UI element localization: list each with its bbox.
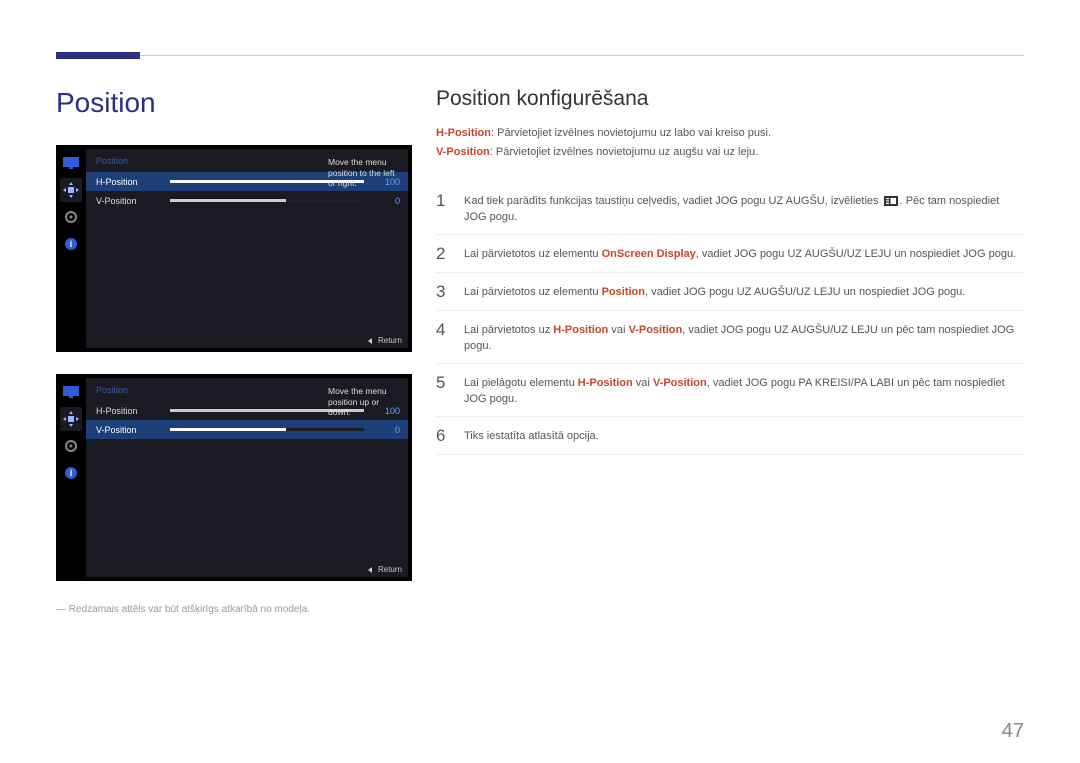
svg-text:i: i — [70, 468, 73, 478]
osd-sidebar: i — [56, 374, 86, 581]
step-number: 3 — [436, 281, 450, 302]
step-number: 6 — [436, 425, 450, 446]
back-arrow-icon — [368, 338, 372, 344]
step-number: 5 — [436, 372, 450, 393]
step-number: 1 — [436, 190, 450, 211]
footnote: Redzamais attēls var būt atšķirīgs atkar… — [56, 603, 412, 616]
left-column: Position i — [56, 87, 412, 616]
osd-sidebar: i — [56, 145, 86, 352]
step-number: 2 — [436, 243, 450, 264]
svg-text:i: i — [70, 239, 73, 249]
osd-footer: Return — [368, 336, 402, 345]
step: 4 Lai pārvietotos uz H-Position vai V-Pos… — [436, 311, 1024, 364]
keyword: H-Position — [578, 377, 633, 389]
step: 5 Lai pielāgotu elementu H-Position vai V… — [436, 364, 1024, 417]
step-text: Tiks iestatīta atlasītā opcija. — [464, 425, 599, 445]
v-position-desc: V-Position: Pārvietojiet izvēlnes noviet… — [436, 144, 1024, 161]
osd-row-value: 0 — [364, 425, 400, 435]
step-text: Lai pielāgotu elementu H-Position vai V-… — [464, 372, 1024, 408]
v-position-label: V-Position — [436, 146, 490, 158]
info-icon: i — [60, 461, 82, 485]
osd-row: V-Position 0 — [86, 191, 408, 210]
step-text: Kad tiek parādīts funkcijas taustiņu ceļ… — [464, 190, 1024, 226]
osd-help-1: Move the menu position to the left or ri… — [326, 155, 404, 191]
header-tab — [56, 52, 140, 59]
osd-row-label: V-Position — [96, 196, 170, 206]
menu-icon — [884, 196, 898, 206]
step: 3 Lai pārvietotos uz elementu Position, v… — [436, 273, 1024, 311]
step-text: Lai pārvietotos uz elementu OnScreen Dis… — [464, 243, 1016, 263]
keyword: V-Position — [653, 377, 707, 389]
gear-icon — [60, 434, 82, 458]
step-number: 4 — [436, 319, 450, 340]
monitor-icon — [60, 380, 82, 404]
step-text: Lai pārvietotos uz elementu Position, va… — [464, 281, 965, 301]
step: 2 Lai pārvietotos uz elementu OnScreen Di… — [436, 235, 1024, 273]
osd-main: Position H-Position100V-Position0 Move t… — [86, 149, 408, 348]
keyword: H-Position — [553, 324, 608, 336]
keyword: Position — [602, 286, 645, 298]
osd-footer: Return — [368, 565, 402, 574]
return-label: Return — [378, 565, 402, 574]
move-icon — [60, 178, 82, 202]
h-position-label: H-Position — [436, 127, 491, 139]
section-title: Position — [56, 87, 412, 119]
v-position-text: : Pārvietojiet izvēlnes novietojumu uz a… — [490, 146, 758, 158]
gear-icon — [60, 205, 82, 229]
steps-list: 1 Kad tiek parādīts funkcijas taustiņu ce… — [436, 182, 1024, 455]
move-icon — [60, 407, 82, 431]
right-column: Position konfigurēšana H-Position: Pārvi… — [436, 87, 1024, 455]
osd-row-value: 0 — [364, 196, 400, 206]
monitor-icon — [60, 151, 82, 175]
step: 1 Kad tiek parādīts funkcijas taustiņu ce… — [436, 182, 1024, 235]
header-line — [140, 55, 1024, 56]
osd-row: V-Position 0 — [86, 420, 408, 439]
step: 6 Tiks iestatīta atlasītā opcija. — [436, 417, 1024, 455]
back-arrow-icon — [368, 567, 372, 573]
step-text: Lai pārvietotos uz H-Position vai V-Posi… — [464, 319, 1024, 355]
osd-slider — [170, 428, 364, 431]
osd-row-label: H-Position — [96, 177, 170, 187]
osd-help-2: Move the menu position up or down. — [326, 384, 404, 420]
osd-row-label: H-Position — [96, 406, 170, 416]
page-number: 47 — [1002, 720, 1024, 743]
info-icon: i — [60, 232, 82, 256]
osd-screenshot-2: i Position H-Position100V-Position0 Move… — [56, 374, 412, 581]
osd-screenshot-1: i Position H-Position100V-Position0 Move… — [56, 145, 412, 352]
keyword: OnScreen Display — [602, 248, 696, 260]
osd-slider — [170, 199, 364, 202]
return-label: Return — [378, 336, 402, 345]
osd-row-label: V-Position — [96, 425, 170, 435]
header-rule — [56, 52, 1024, 59]
subheading: Position konfigurēšana — [436, 87, 1024, 111]
osd-main: Position H-Position100V-Position0 Move t… — [86, 378, 408, 577]
h-position-desc: H-Position: Pārvietojiet izvēlnes noviet… — [436, 125, 1024, 142]
keyword: V-Position — [628, 324, 682, 336]
h-position-text: : Pārvietojiet izvēlnes novietojumu uz l… — [491, 127, 771, 139]
